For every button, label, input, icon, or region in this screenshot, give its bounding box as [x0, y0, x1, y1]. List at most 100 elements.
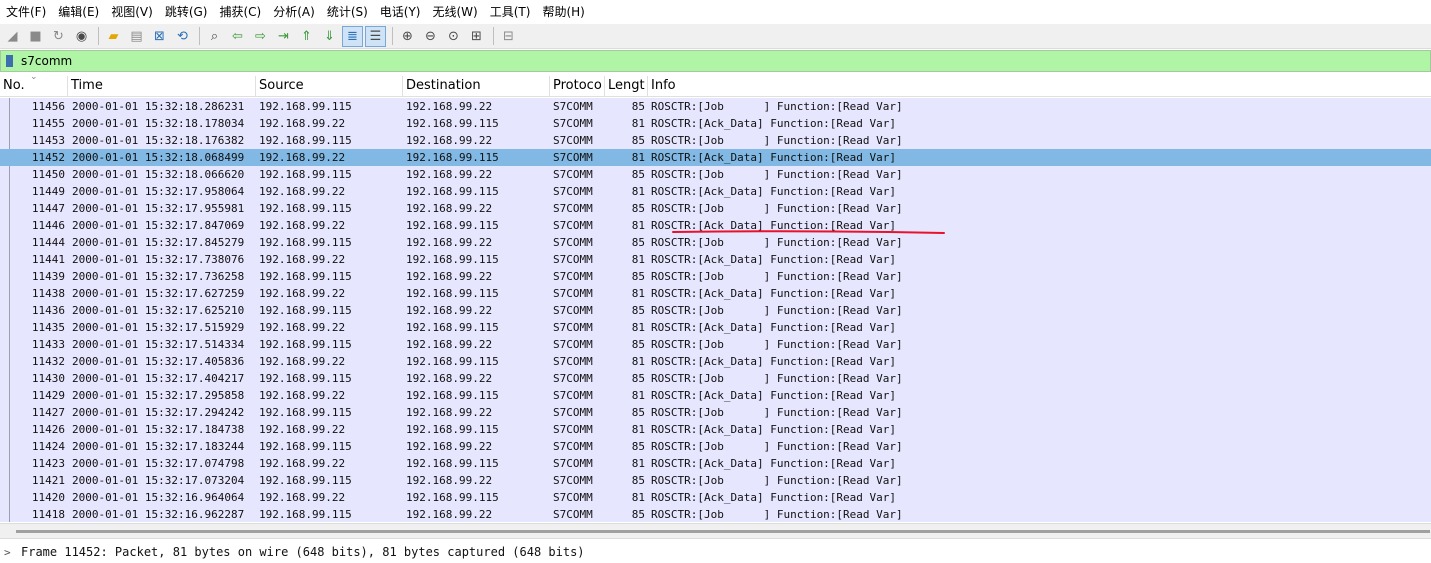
packet-row[interactable]: 11435 2000-01-01 15:32:17.515929 192.168.9…	[0, 319, 1431, 336]
packet-cell-dst: 192.168.99.22	[406, 474, 493, 487]
menu-item-7[interactable]: 电话(Y)	[374, 0, 427, 24]
packet-row[interactable]: 11450 2000-01-01 15:32:18.066620 192.168.9…	[0, 166, 1431, 183]
packet-row[interactable]: 11449 2000-01-01 15:32:17.958064 192.168.9…	[0, 183, 1431, 200]
column-header-info[interactable]: Info	[648, 76, 1431, 96]
packet-cell-time: 2000-01-01 15:32:17.845279	[72, 236, 245, 249]
packet-row[interactable]: 11436 2000-01-01 15:32:17.625210 192.168.9…	[0, 302, 1431, 319]
packet-cell-no: 11450	[31, 168, 65, 181]
packet-row[interactable]: 11444 2000-01-01 15:32:17.845279 192.168.9…	[0, 234, 1431, 251]
go-forward-icon[interactable]: ⇨	[250, 26, 271, 47]
packet-row[interactable]: 11438 2000-01-01 15:32:17.627259 192.168.9…	[0, 285, 1431, 302]
packet-cell-info: ROSCTR:[Job ] Function:[Read Var]	[651, 440, 903, 453]
packet-cell-proto: S7COMM	[553, 389, 593, 402]
packet-row[interactable]: 11453 2000-01-01 15:32:18.176382 192.168.9…	[0, 132, 1431, 149]
packet-cell-dst: 192.168.99.115	[406, 321, 499, 334]
packet-cell-src: 192.168.99.22	[259, 321, 346, 334]
menu-item-6[interactable]: 统计(S)	[321, 0, 374, 24]
packet-cell-dst: 192.168.99.22	[406, 134, 493, 147]
menu-item-8[interactable]: 无线(W)	[427, 0, 484, 24]
packet-details-pane: > Frame 11452: Packet, 81 bytes on wire …	[0, 542, 1431, 563]
packet-row[interactable]: 11455 2000-01-01 15:32:18.178034 192.168.9…	[0, 115, 1431, 132]
packet-cell-time: 2000-01-01 15:32:17.294242	[72, 406, 245, 419]
go-back-icon[interactable]: ⇦	[227, 26, 248, 47]
restart-icon[interactable]: ↻	[48, 26, 69, 47]
chevron-right-icon[interactable]: >	[4, 542, 11, 563]
packet-row[interactable]: 11433 2000-01-01 15:32:17.514334 192.168.9…	[0, 336, 1431, 353]
go-first-icon[interactable]: ⇑	[296, 26, 317, 47]
packet-row[interactable]: 11446 2000-01-01 15:32:17.847069 192.168.9…	[0, 217, 1431, 234]
packet-cell-info: ROSCTR:[Job ] Function:[Read Var]	[651, 202, 903, 215]
zoom-out-icon[interactable]: ⊖	[420, 26, 441, 47]
packet-cell-src: 192.168.99.115	[259, 304, 352, 317]
stop-icon[interactable]: ■	[25, 26, 46, 47]
zoom-normal-icon[interactable]: ⊙	[443, 26, 464, 47]
packet-row[interactable]: 11456 2000-01-01 15:32:18.286231 192.168.9…	[0, 98, 1431, 115]
packet-cell-no: 11418	[31, 508, 65, 521]
packet-row[interactable]: 11452 2000-01-01 15:32:18.068499 192.168.9…	[0, 149, 1431, 166]
column-header-source[interactable]: Source	[256, 76, 403, 96]
frame-summary[interactable]: Frame 11452: Packet, 81 bytes on wire (6…	[21, 542, 585, 563]
shark-fin-start-icon[interactable]: ◢	[2, 26, 23, 47]
packet-list[interactable]: 11456 2000-01-01 15:32:18.286231 192.168.9…	[0, 98, 1431, 522]
column-header-protocol[interactable]: Protoco	[550, 76, 605, 96]
save-file-icon[interactable]: ▤	[126, 26, 147, 47]
packet-row[interactable]: 11429 2000-01-01 15:32:17.295858 192.168.9…	[0, 387, 1431, 404]
find-packet-icon[interactable]: ⌕	[204, 26, 225, 47]
column-header-length[interactable]: Lengt	[605, 76, 648, 96]
packet-row[interactable]: 11427 2000-01-01 15:32:17.294242 192.168.9…	[0, 404, 1431, 421]
packet-row[interactable]: 11418 2000-01-01 15:32:16.962287 192.168.9…	[0, 506, 1431, 522]
packet-row[interactable]: 11430 2000-01-01 15:32:17.404217 192.168.9…	[0, 370, 1431, 387]
column-header-time[interactable]: Time	[68, 76, 256, 96]
packet-row[interactable]: 11439 2000-01-01 15:32:17.736258 192.168.9…	[0, 268, 1431, 285]
zoom-in-icon[interactable]: ⊕	[397, 26, 418, 47]
packet-row[interactable]: 11420 2000-01-01 15:32:16.964064 192.168.9…	[0, 489, 1431, 506]
packet-cell-time: 2000-01-01 15:32:17.184738	[72, 423, 245, 436]
filter-bookmark-icon[interactable]	[1, 51, 17, 71]
packet-cell-dst: 192.168.99.22	[406, 440, 493, 453]
packet-row[interactable]: 11426 2000-01-01 15:32:17.184738 192.168.9…	[0, 421, 1431, 438]
packet-cell-no: 11432	[31, 355, 65, 368]
scrollbar-thumb[interactable]	[16, 530, 1430, 533]
menu-item-5[interactable]: 分析(A)	[267, 0, 321, 24]
packet-cell-src: 192.168.99.115	[259, 338, 352, 351]
packet-cell-no: 11426	[31, 423, 65, 436]
display-filter-input[interactable]	[17, 51, 1430, 71]
resize-columns-icon[interactable]: ⊞	[466, 26, 487, 47]
packet-row[interactable]: 11424 2000-01-01 15:32:17.183244 192.168.9…	[0, 438, 1431, 455]
go-to-packet-icon[interactable]: ⇥	[273, 26, 294, 47]
capture-options-icon[interactable]: ◉	[71, 26, 92, 47]
close-file-icon[interactable]: ⊠	[149, 26, 170, 47]
packet-cell-proto: S7COMM	[553, 321, 593, 334]
packet-row[interactable]: 11432 2000-01-01 15:32:17.405836 192.168.9…	[0, 353, 1431, 370]
menu-bar: 文件(F) 编辑(E) 视图(V) 跳转(G) 捕获(C) 分析(A) 统计(S) 电话(Y)…	[0, 0, 1431, 24]
autoscroll-icon[interactable]: ≣	[342, 25, 363, 47]
toolbar-separator	[392, 27, 393, 45]
packet-cell-src: 192.168.99.22	[259, 423, 346, 436]
layout-icon[interactable]: ⊟	[498, 26, 519, 47]
packet-row[interactable]: 11447 2000-01-01 15:32:17.955981 192.168.9…	[0, 200, 1431, 217]
menu-item-3[interactable]: 跳转(G)	[159, 0, 214, 24]
colorize-icon[interactable]: ☰	[365, 25, 386, 47]
reload-icon[interactable]: ⟲	[172, 26, 193, 47]
packet-row[interactable]: 11441 2000-01-01 15:32:17.738076 192.168.9…	[0, 251, 1431, 268]
open-folder-icon[interactable]: ▰	[103, 26, 124, 47]
packet-list-scrollbar[interactable]	[0, 523, 1431, 539]
go-last-icon[interactable]: ⇓	[319, 26, 340, 47]
packet-cell-time: 2000-01-01 15:32:18.176382	[72, 134, 245, 147]
menu-item-4[interactable]: 捕获(C)	[213, 0, 267, 24]
packet-cell-info: ROSCTR:[Ack_Data] Function:[Read Var]	[651, 185, 897, 198]
packet-cell-src: 192.168.99.22	[259, 491, 346, 504]
menu-item-2[interactable]: 视图(V)	[105, 0, 159, 24]
packet-row[interactable]: 11421 2000-01-01 15:32:17.073204 192.168.9…	[0, 472, 1431, 489]
menu-item-0[interactable]: 文件(F)	[0, 0, 52, 24]
column-header-no[interactable]: No.	[0, 76, 68, 96]
menu-item-10[interactable]: 帮助(H)	[536, 0, 590, 24]
packet-cell-no: 11424	[31, 440, 65, 453]
packet-cell-len: 85	[631, 406, 645, 419]
menu-item-9[interactable]: 工具(T)	[484, 0, 537, 24]
menu-item-1[interactable]: 编辑(E)	[52, 0, 105, 24]
packet-cell-dst: 192.168.99.115	[406, 287, 499, 300]
packet-cell-dst: 192.168.99.115	[406, 457, 499, 470]
column-header-destination[interactable]: Destination	[403, 76, 550, 96]
packet-row[interactable]: 11423 2000-01-01 15:32:17.074798 192.168.9…	[0, 455, 1431, 472]
